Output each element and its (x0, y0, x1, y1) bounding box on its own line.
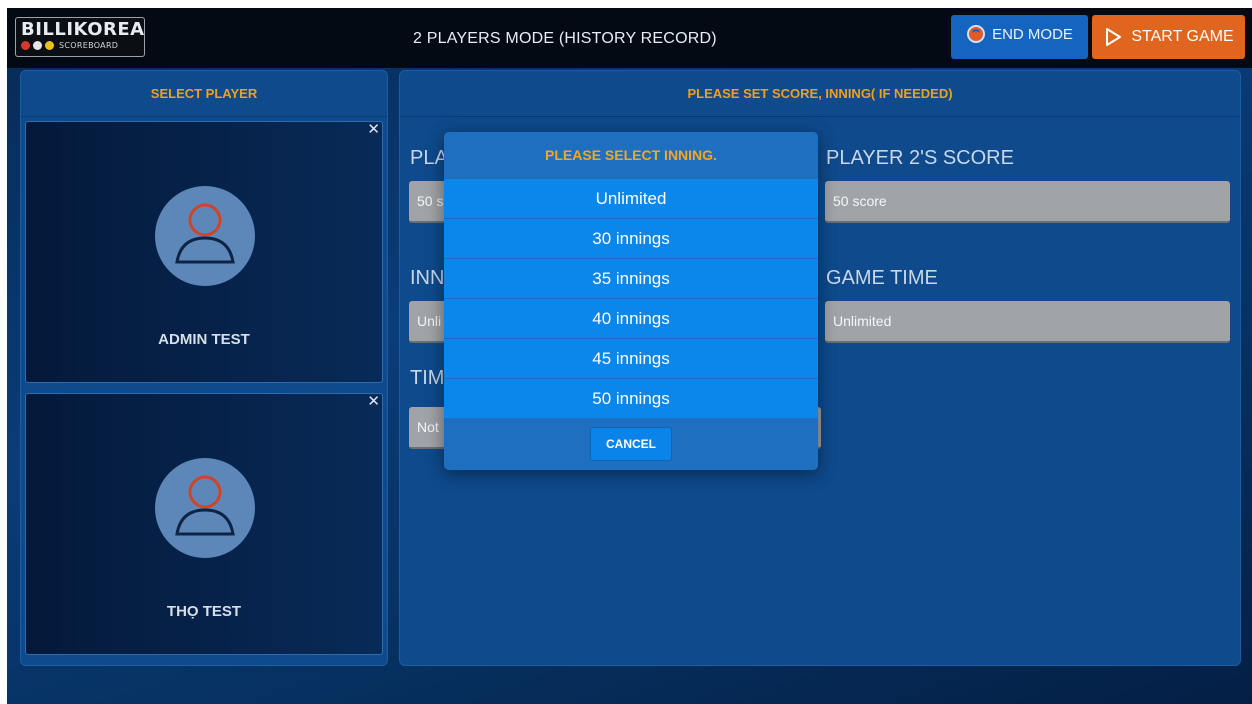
select-player-panel: SELECT PLAYER ✕ ADMIN TEST ✕ THỌ TEST (20, 70, 388, 666)
inning-label: INN (410, 267, 445, 289)
start-game-button[interactable]: START GAME (1092, 15, 1245, 59)
inning-option-35[interactable]: 35 innings (444, 258, 818, 298)
logo-title: BILLIKOREA (21, 19, 145, 40)
score-settings-title: PLEASE SET SCORE, INNING( IF NEEDED) (400, 71, 1240, 117)
cancel-button[interactable]: CANCEL (590, 427, 672, 461)
player2-score-field[interactable]: 50 score (825, 181, 1230, 223)
end-mode-label: END MODE (992, 25, 1073, 43)
end-mode-icon (967, 25, 986, 43)
billikorea-logo: BILLIKOREA SCOREBOARD (15, 17, 145, 57)
avatar-icon (155, 458, 255, 558)
inning-option-30[interactable]: 30 innings (444, 218, 818, 258)
player1-score-label: PLA (410, 147, 448, 169)
logo-subline: SCOREBOARD (21, 41, 139, 50)
logo-subtitle: SCOREBOARD (59, 41, 119, 50)
white-ball-icon (33, 41, 42, 50)
player-name: ADMIN TEST (158, 331, 250, 348)
dialog-title: PLEASE SELECT INNING. (444, 132, 818, 178)
yellow-ball-icon (45, 41, 54, 50)
player-card-2[interactable]: ✕ THỌ TEST (25, 392, 383, 655)
end-mode-button[interactable]: END MODE (951, 15, 1088, 59)
app-window: BILLIKOREA SCOREBOARD 2 PLAYERS MODE (HI… (7, 8, 1252, 704)
close-icon[interactable]: ✕ (367, 120, 380, 138)
start-game-label: START GAME (1131, 28, 1234, 45)
player2-score-label: PLAYER 2'S SCORE (826, 147, 1014, 169)
inning-option-45[interactable]: 45 innings (444, 338, 818, 378)
inning-option-50[interactable]: 50 innings (444, 378, 818, 418)
top-bar: BILLIKOREA SCOREBOARD 2 PLAYERS MODE (HI… (7, 8, 1252, 68)
close-icon[interactable]: ✕ (367, 392, 380, 410)
select-player-title: SELECT PLAYER (21, 71, 387, 117)
inning-option-40[interactable]: 40 innings (444, 298, 818, 338)
page-title: 2 PLAYERS MODE (HISTORY RECORD) (413, 30, 717, 47)
player-card-1[interactable]: ✕ ADMIN TEST (25, 120, 383, 383)
time-label: TIM (410, 367, 445, 389)
game-time-label: GAME TIME (826, 267, 938, 289)
player-name: THỌ TEST (166, 603, 242, 620)
inning-option-unlimited[interactable]: Unlimited (444, 178, 818, 218)
dialog-footer: CANCEL (444, 418, 818, 470)
game-time-field[interactable]: Unlimited (825, 301, 1230, 343)
inning-select-dialog: PLEASE SELECT INNING. Unlimited 30 innin… (444, 132, 818, 470)
avatar-icon (155, 186, 255, 286)
red-ball-icon (21, 41, 30, 50)
play-icon (1106, 28, 1122, 46)
